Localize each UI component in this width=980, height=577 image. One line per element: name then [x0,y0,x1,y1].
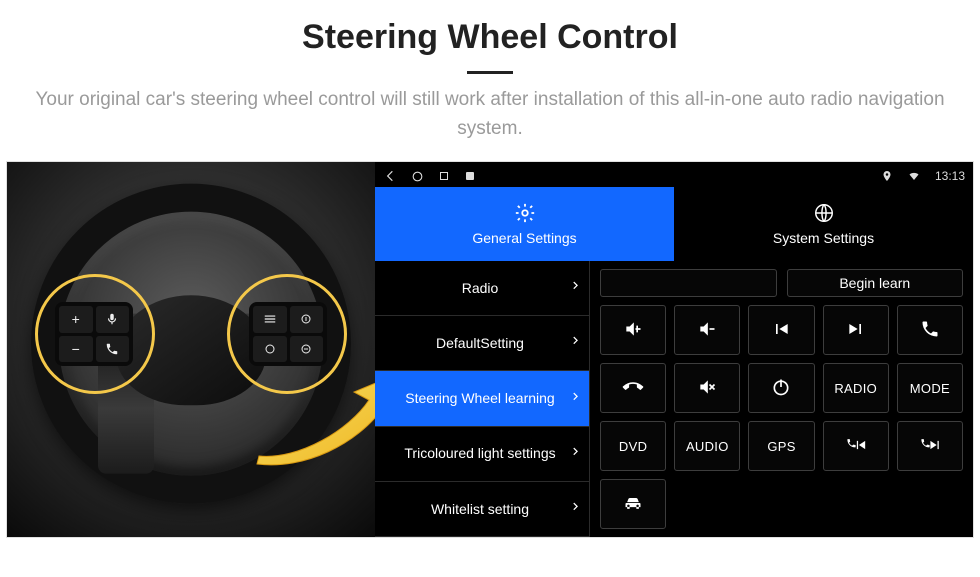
chevron-right-icon [570,279,580,298]
chevron-right-icon [570,389,580,408]
wifi-icon [907,170,921,182]
next-icon [845,319,867,342]
gear-icon [514,202,536,224]
phone-prev-icon [845,435,867,458]
menu-item-tricoloured-light-settings[interactable]: Tricoloured light settings [375,427,589,482]
menu-item-label: Tricoloured light settings [404,445,555,462]
vol-down-icon [696,319,718,342]
phone-icon [919,319,941,342]
chevron-right-icon [570,334,580,353]
swc-dvd-button[interactable]: DVD [600,421,666,471]
nav-recents-icon[interactable] [438,170,450,182]
android-status-bar: 13:13 [375,165,973,187]
chevron-right-icon [570,444,580,463]
tab-label: General Settings [472,230,576,246]
wheel-btn-plus-icon: + [59,306,93,333]
car-icon [622,493,644,516]
swc-phone-prev-button[interactable] [823,421,889,471]
swc-mute-button[interactable] [674,363,740,413]
tab-system-settings[interactable]: System Settings [674,187,973,261]
wheel-btn-up-icon [290,306,324,333]
location-icon [881,170,893,182]
begin-learn-button[interactable]: Begin learn [787,269,964,297]
mute-icon [696,377,718,400]
tab-label: System Settings [773,230,874,246]
title-divider [467,71,513,74]
settings-tabs: General Settings System Settings [375,187,973,261]
menu-item-label: DefaultSetting [436,335,524,352]
clear-button[interactable] [600,269,777,297]
power-icon [770,377,792,400]
nav-back-icon[interactable] [383,169,397,183]
swc-next-button[interactable] [823,305,889,355]
page-title: Steering Wheel Control [0,18,980,57]
wheel-btn-phone-icon [96,336,130,363]
menu-item-radio[interactable]: Radio [375,261,589,316]
menu-item-label: Radio [462,280,499,297]
steering-wheel-photo: + − [7,162,375,537]
wheel-btn-right-icon [290,336,324,363]
prev-icon [770,319,792,342]
page-subtitle: Your original car's steering wheel contr… [0,86,980,143]
wheel-btn-left-icon [253,336,287,363]
swc-car-button[interactable] [600,479,666,529]
menu-item-defaultsetting[interactable]: DefaultSetting [375,316,589,371]
wheel-button-cluster-right [249,302,327,366]
nav-home-icon[interactable] [411,170,424,183]
wheel-btn-minus-icon: − [59,336,93,363]
menu-item-label: Steering Wheel learning [405,390,554,407]
swc-hangup-button[interactable] [600,363,666,413]
settings-menu: Radio DefaultSetting Steering Wheel learni… [375,261,590,537]
wheel-btn-src-icon [253,306,287,333]
hangup-icon [622,377,644,400]
vol-up-icon [622,319,644,342]
menu-item-label: Whitelist setting [431,501,529,518]
menu-item-whitelist-setting[interactable]: Whitelist setting [375,482,589,537]
phone-next-icon [919,435,941,458]
headunit-screen: 13:13 General Settings [375,162,973,537]
swc-button-grid: RADIOMODE DVDAUDIOGPS [600,305,963,529]
screenshot-icon[interactable] [464,170,476,182]
swc-mode-button[interactable]: MODE [897,363,963,413]
swc-gps-button[interactable]: GPS [748,421,814,471]
status-time: 13:13 [935,169,965,183]
swc-phone-next-button[interactable] [897,421,963,471]
content-row: + − [6,161,974,538]
swc-power-button[interactable] [748,363,814,413]
menu-item-steering-wheel-learning[interactable]: Steering Wheel learning [375,371,589,426]
swc-radio-button[interactable]: RADIO [823,363,889,413]
globe-icon [813,202,835,224]
swc-vol-up-button[interactable] [600,305,666,355]
swc-audio-button[interactable]: AUDIO [674,421,740,471]
swc-phone-button[interactable] [897,305,963,355]
swc-prev-button[interactable] [748,305,814,355]
wheel-btn-voice-icon [96,306,130,333]
tab-general-settings[interactable]: General Settings [375,187,674,261]
learning-panel: Begin learn RADIOMODE DVDAUDIOGPS [590,261,973,537]
swc-vol-down-button[interactable] [674,305,740,355]
chevron-right-icon [570,499,580,518]
wheel-button-cluster-left: + − [55,302,133,366]
